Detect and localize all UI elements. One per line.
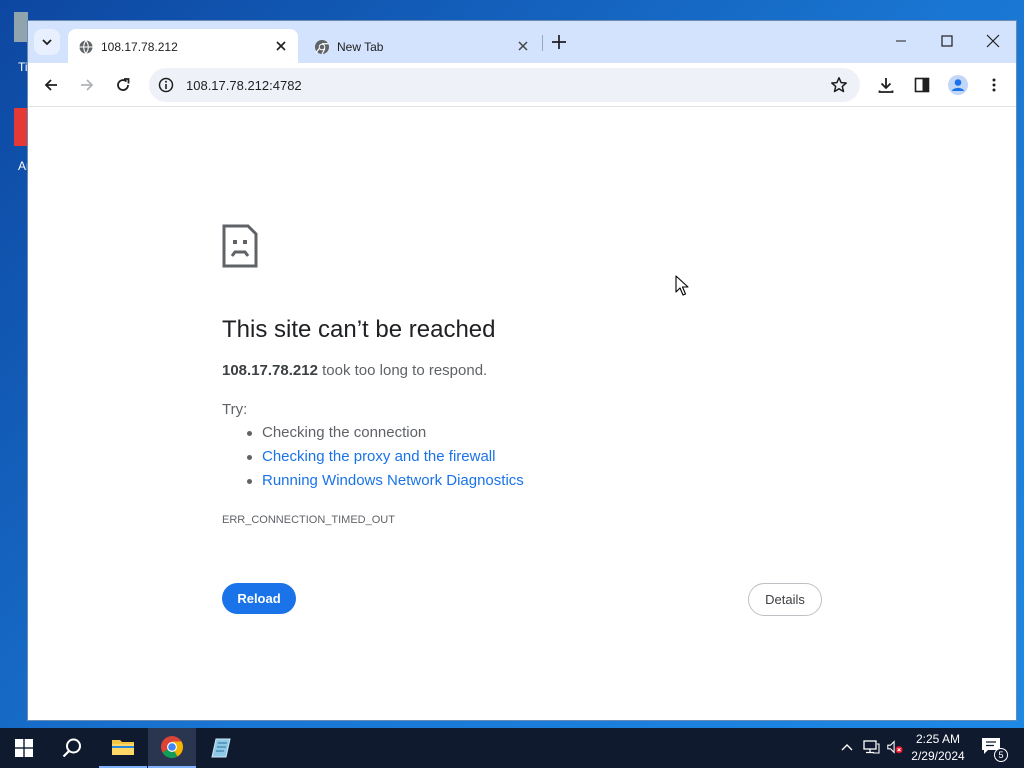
tab-inactive[interactable]: New Tab: [304, 29, 540, 63]
download-icon: [878, 78, 894, 93]
side-panel-button[interactable]: [910, 73, 934, 97]
clock-time: 2:25 AM: [915, 732, 961, 746]
suggestion-link-network-diagnostics[interactable]: Running Windows Network Diagnostics: [244, 469, 524, 493]
error-title: This site can’t be reached: [222, 316, 496, 343]
clock-date: 2/29/2024: [911, 749, 965, 763]
chrome-icon: [161, 736, 183, 758]
desktop-icon-1[interactable]: Ti: [0, 8, 28, 78]
file-icon: [14, 12, 28, 42]
taskbar-search-button[interactable]: [48, 728, 96, 768]
sad-page-icon: [222, 224, 258, 268]
page-content: This site can’t be reached 108.17.78.212…: [28, 108, 1016, 720]
tab-title: New Tab: [337, 40, 384, 54]
reload-toolbar-button[interactable]: [111, 73, 135, 97]
error-code: ERR_CONNECTION_TIMED_OUT: [222, 514, 395, 526]
profile-button[interactable]: [946, 73, 970, 97]
search-icon: [62, 738, 81, 758]
details-button[interactable]: Details: [748, 583, 822, 616]
minimize-icon: [896, 40, 906, 42]
forward-button[interactable]: [75, 73, 99, 97]
network-icon: [863, 740, 880, 754]
downloads-button[interactable]: [874, 73, 898, 97]
tab-active[interactable]: 108.17.78.212: [68, 29, 298, 63]
mouse-cursor-icon: [675, 275, 689, 296]
suggestion-item: Checking the connection: [244, 421, 524, 445]
notification-count-badge: 5: [994, 748, 1008, 762]
action-center-button[interactable]: 5: [980, 736, 1008, 762]
profile-avatar-icon: [948, 75, 968, 95]
suggestion-link-proxy-firewall[interactable]: Checking the proxy and the firewall: [244, 445, 524, 469]
desktop-icon-2[interactable]: Ar: [0, 105, 30, 175]
bookmark-star-icon[interactable]: [830, 76, 848, 94]
taskbar-file-explorer[interactable]: [99, 728, 147, 768]
close-window-button[interactable]: [970, 27, 1016, 55]
suggestion-list: Checking the connection Checking the pro…: [244, 421, 524, 493]
new-tab-plus-icon[interactable]: [549, 32, 569, 52]
browser-window: 108.17.78.212 New Tab 108.17.78.212:4782…: [27, 20, 1017, 721]
notepad-icon: [211, 738, 231, 758]
close-icon: [986, 34, 1000, 48]
start-button[interactable]: [0, 728, 48, 768]
error-host: 108.17.78.212: [222, 362, 318, 379]
maximize-icon: [941, 35, 953, 47]
chrome-icon: [315, 40, 329, 55]
volume-muted-icon: [887, 740, 903, 754]
back-arrow-icon: [44, 79, 57, 91]
app-shortcut-icon: [14, 108, 28, 146]
chevron-down-icon: [42, 39, 52, 46]
taskbar-clock[interactable]: 2:25 AM 2/29/2024: [906, 731, 970, 765]
close-tab-icon[interactable]: [274, 39, 288, 53]
tab-divider: [542, 35, 543, 51]
windows-logo-icon: [15, 739, 33, 757]
try-label: Try:: [222, 401, 248, 418]
tab-title: 108.17.78.212: [101, 40, 178, 54]
browser-toolbar: 108.17.78.212:4782: [28, 63, 1016, 107]
address-url[interactable]: 108.17.78.212:4782: [186, 78, 302, 93]
show-hidden-icons-button[interactable]: [838, 738, 856, 756]
error-description: 108.17.78.212 took too long to respond.: [222, 362, 487, 379]
side-panel-icon: [914, 77, 930, 93]
forward-arrow-icon: [81, 79, 94, 91]
reload-button[interactable]: Reload: [222, 583, 296, 614]
globe-icon: [79, 40, 93, 54]
tab-strip: 108.17.78.212 New Tab: [28, 21, 1016, 63]
taskbar: 2:25 AM 2/29/2024 5: [0, 728, 1024, 768]
chevron-up-icon: [841, 744, 853, 751]
volume-tray-button[interactable]: [886, 738, 904, 756]
back-button[interactable]: [39, 73, 63, 97]
taskbar-app[interactable]: [197, 728, 245, 768]
network-tray-button[interactable]: [862, 738, 880, 756]
site-info-icon[interactable]: [158, 77, 174, 93]
tab-search-button[interactable]: [34, 29, 60, 55]
maximize-button[interactable]: [924, 27, 970, 55]
kebab-menu-icon: [992, 78, 996, 92]
folder-icon: [112, 740, 134, 755]
close-tab-icon[interactable]: [516, 39, 530, 53]
refresh-icon: [117, 78, 130, 91]
address-bar[interactable]: 108.17.78.212:4782: [149, 68, 860, 102]
taskbar-chrome[interactable]: [148, 728, 196, 768]
menu-button[interactable]: [982, 73, 1006, 97]
error-description-text: took too long to respond.: [317, 362, 488, 379]
minimize-button[interactable]: [878, 27, 924, 55]
